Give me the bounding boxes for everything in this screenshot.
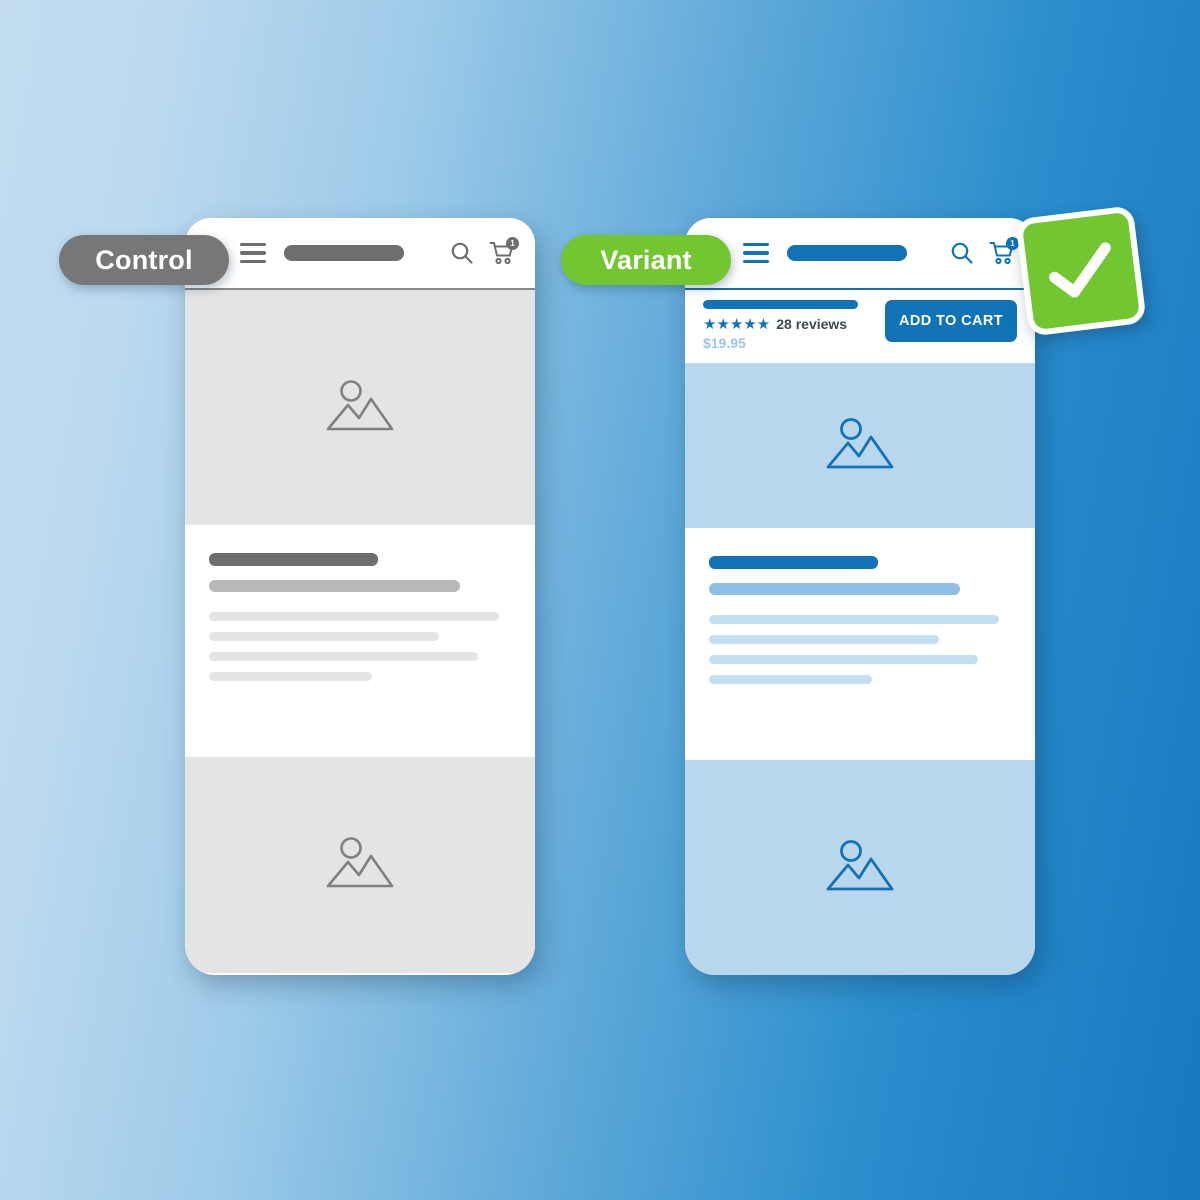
image-placeholder-icon xyxy=(322,377,398,439)
control-body-line xyxy=(209,612,499,621)
variant-phone-mockup: 1 ★★★★★ 28 reviews $19.95 ADD TO CART xyxy=(685,218,1035,975)
variant-headline-placeholder xyxy=(709,556,879,569)
control-body-line xyxy=(209,672,373,681)
cart-icon[interactable]: 1 xyxy=(489,237,519,266)
hamburger-bar xyxy=(240,242,266,247)
search-icon[interactable] xyxy=(449,240,475,266)
add-to-cart-button[interactable]: ADD TO CART xyxy=(884,300,1017,342)
control-body-line xyxy=(209,632,439,641)
rating-row: ★★★★★ 28 reviews xyxy=(703,316,871,332)
control-phone-mockup: 1 xyxy=(185,218,535,975)
logo-placeholder xyxy=(787,245,907,261)
variant-subhead-placeholder xyxy=(709,583,960,595)
image-placeholder-icon xyxy=(822,415,898,477)
variant-nav-actions: 1 xyxy=(949,237,1019,266)
variant-label-tag: Variant xyxy=(561,235,731,285)
hamburger-icon[interactable] xyxy=(743,242,769,264)
cart-count-badge: 1 xyxy=(506,237,519,250)
variant-body-line xyxy=(709,615,999,624)
variant-copy-block xyxy=(685,528,1035,760)
control-headline-placeholder xyxy=(209,553,379,566)
hamburger-bar xyxy=(240,251,266,255)
variant-navbar: 1 xyxy=(685,218,1035,290)
image-placeholder-icon xyxy=(322,834,398,896)
variant-hero-image-placeholder xyxy=(685,363,1035,528)
variant-body-line xyxy=(709,655,978,664)
ab-test-comparison-canvas: 1 1 ★★★★★ 28 reviews $19.95 ADD TO CART … xyxy=(0,0,1200,1200)
control-footer-image-placeholder xyxy=(185,757,535,973)
variant-product-summary: ★★★★★ 28 reviews $19.95 xyxy=(703,300,871,351)
reviews-count-label: 28 reviews xyxy=(776,316,848,332)
logo-placeholder xyxy=(284,245,404,261)
hamburger-bar xyxy=(743,259,769,264)
control-label-tag: Control xyxy=(59,235,229,285)
star-rating-icon: ★★★★★ xyxy=(703,315,771,333)
cart-icon[interactable]: 1 xyxy=(989,237,1019,266)
winner-check-badge xyxy=(1015,205,1147,337)
variant-body-line xyxy=(709,675,873,684)
product-title-placeholder xyxy=(703,300,858,309)
control-hero-image-placeholder xyxy=(185,290,535,525)
image-placeholder-icon xyxy=(822,837,898,899)
hamburger-icon[interactable] xyxy=(240,242,266,264)
hamburger-bar xyxy=(240,259,266,264)
variant-cta-band: ★★★★★ 28 reviews $19.95 ADD TO CART xyxy=(685,290,1035,363)
hamburger-bar xyxy=(743,242,769,247)
product-price: $19.95 xyxy=(703,335,746,351)
control-subhead-placeholder xyxy=(209,580,460,592)
control-navbar: 1 xyxy=(185,218,535,290)
check-mark-icon xyxy=(1049,242,1111,298)
control-copy-block xyxy=(185,525,535,757)
control-body-line xyxy=(209,652,478,661)
search-icon[interactable] xyxy=(949,240,975,266)
control-nav-actions: 1 xyxy=(449,237,519,266)
variant-footer-image-placeholder xyxy=(685,760,1035,975)
variant-body-line xyxy=(709,635,939,644)
hamburger-bar xyxy=(743,251,769,255)
